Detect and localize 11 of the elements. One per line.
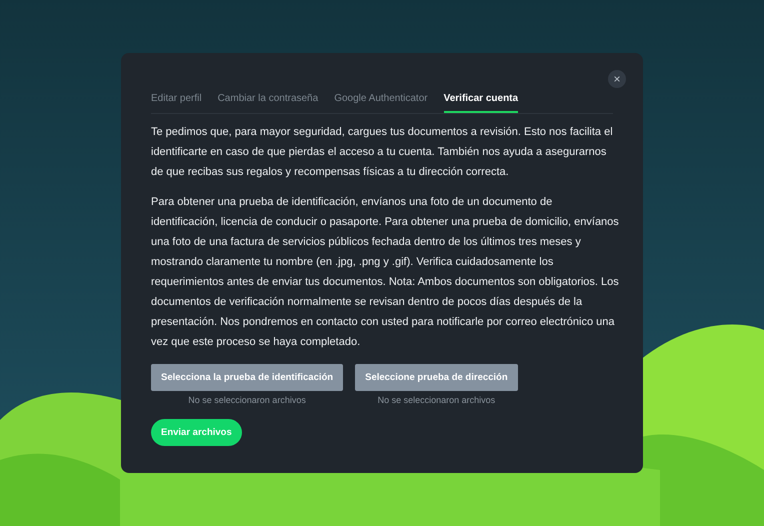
file-select-button[interactable]: Seleccione prueba de dirección	[355, 364, 518, 391]
file-status: No se seleccionaron archivos	[378, 395, 496, 405]
file-select-button[interactable]: Selecciona la prueba de identificación	[151, 364, 344, 391]
tab[interactable]: Verificar cuenta	[444, 91, 518, 113]
paragraph: Te pedimos que, para mayor seguridad, cargues tus documentos a revisión. Esto nos facilita el identificarte en caso de que pierdas el acceso a tu cuenta. También nos ayuda a asegurarnos de que recibas sus regalos y recompensas físicas a tu dirección correcta.	[151, 125, 614, 180]
tab[interactable]: Google Authenticator	[334, 91, 428, 113]
tab[interactable]: Editar perfil	[151, 91, 202, 113]
paragraph: Para obtener una prueba de identificación, envíanos una foto de un documento de identificación, licencia de conducir o pasaporte. Para obtener una prueba de domicilio, envíanos una foto de una factura de servicios públicos fechada dentro de los últimos tres meses y mostrando claramente tu nombre (en .jpg, .png y .gif). Verifica cuidadosamente los requerimientos antes de enviar tus documentos. Nota: Ambos documentos son obligatorios. Los documentos de verificación normalmente se revisan dentro de pocos días después de la presentación. Nos pondremos en contacto con usted para notificarle por correo electrónico una vez que este proceso se haya completado.	[151, 195, 620, 350]
close-button[interactable]: ×	[608, 70, 626, 88]
file-status: No se seleccionaron archivos	[188, 395, 306, 405]
tab[interactable]: Cambiar la contraseña	[218, 91, 318, 113]
